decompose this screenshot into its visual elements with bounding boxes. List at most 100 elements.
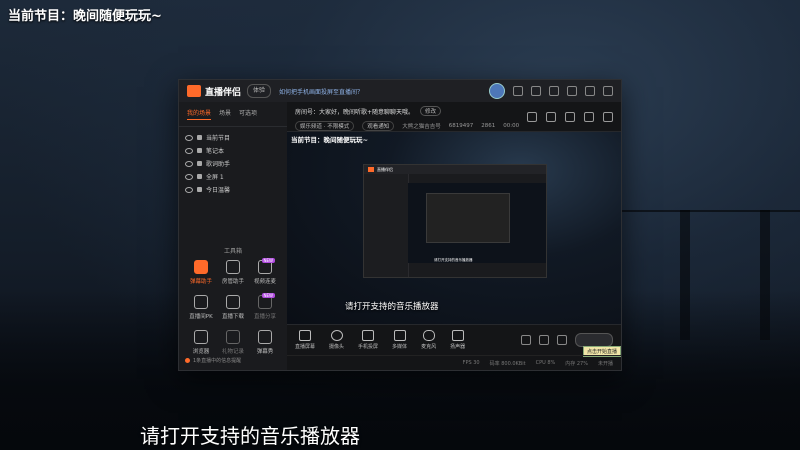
viewer-count: 2861 [481, 123, 496, 129]
mic-icon [422, 330, 435, 341]
camera-flip-icon[interactable] [546, 112, 556, 122]
gift-icon [226, 330, 240, 344]
room-id: 6819497 [448, 123, 474, 129]
new-badge: NEW [261, 258, 275, 263]
status-bar: FPS 30 码率 800.0KBit CPU 8% 内存 27% 未开播 [287, 355, 621, 370]
status-cpu: CPU 8% [535, 360, 556, 366]
version-badge[interactable]: 体验 [247, 84, 272, 98]
control-mic[interactable]: 麦克风 [421, 330, 436, 350]
tool-download[interactable]: 直播下载 [217, 295, 249, 320]
stream-preview[interactable]: 当前节目：晚间随便玩玩~ 直播伴侣 请打开支持的音乐播放器 请打开支持的音乐播放… [287, 132, 621, 324]
room-info-bar: 房间号：大家好，晚间听歌+随意聊聊天哦。 修改 娱乐频道 · 不限模式 观看通知… [287, 102, 621, 132]
bell-icon[interactable] [584, 112, 594, 122]
dashboard-icon[interactable] [603, 112, 613, 122]
toolbox-grid: 弹幕助手 房管助手 NEW 视频连麦 直播间PK 直播下载 NEW 直播分享 浏览器… [185, 258, 281, 355]
avatar[interactable] [489, 83, 505, 99]
menu-icon[interactable] [549, 86, 559, 96]
sidebar: 我的场景 场景 可选项 当前节目 笔记本 歌词助手 全屏 1 今日温馨 工具箱 … [179, 102, 288, 370]
tool-danmaku-show[interactable]: 弹幕秀 [249, 330, 281, 355]
visibility-icon[interactable] [185, 134, 193, 141]
eye-icon[interactable] [539, 335, 549, 345]
maximize-icon[interactable] [585, 86, 595, 96]
video-icon[interactable] [521, 335, 531, 345]
source-list: 当前节目 笔记本 歌词助手 全屏 1 今日温馨 [179, 127, 287, 200]
speaker-icon [451, 330, 464, 341]
alert-dot-icon [185, 358, 190, 363]
visibility-icon[interactable] [185, 160, 193, 167]
nested-title-bar: 直播伴侣 [364, 165, 546, 174]
record-icon[interactable] [527, 112, 537, 122]
source-label: 当前节目 [206, 135, 231, 142]
media-icon [393, 330, 406, 341]
app-logo-icon [187, 85, 201, 97]
pk-icon [194, 295, 208, 309]
tab-my-scenes[interactable]: 我的场景 [187, 108, 212, 120]
browser-icon [194, 330, 208, 344]
lock-icon[interactable] [197, 161, 202, 166]
danmaku-icon [194, 260, 208, 274]
tool-browser[interactable]: 浏览器 [185, 330, 217, 355]
visibility-icon[interactable] [185, 173, 193, 180]
control-phone[interactable]: 手机投屏 [358, 330, 378, 350]
nested-sidebar [364, 174, 409, 277]
user-icon [226, 260, 240, 274]
new-badge: NEW [261, 293, 275, 298]
control-media[interactable]: 多媒体 [392, 330, 407, 350]
source-item[interactable]: 笔记本 [185, 144, 281, 157]
music-player-subtitle: 请打开支持的音乐播放器 [140, 424, 360, 448]
nested-caption: 请打开支持的音乐播放器 [434, 258, 473, 262]
program-title-overlay: 当前节目：晚间随便玩玩~ [8, 9, 162, 24]
tool-gift-record[interactable]: 礼物记录 [217, 330, 249, 355]
phone-icon [362, 330, 375, 341]
visibility-icon[interactable] [185, 186, 193, 193]
control-speaker[interactable]: 扬声器 [450, 330, 465, 350]
title-bar: 直播伴侣 体验 如何把手机画面投屏至直播间？ [179, 80, 621, 102]
source-label: 歌词助手 [206, 161, 231, 168]
camera-icon [330, 330, 343, 341]
status-bitrate: 码率 800.0KBit [489, 360, 526, 367]
status-memory: 内存 27% [565, 360, 588, 367]
tab-scenes[interactable]: 场景 [219, 108, 231, 120]
lock-icon[interactable] [197, 148, 202, 153]
tool-pk[interactable]: 直播间PK [185, 295, 217, 320]
source-label: 今日温馨 [206, 187, 231, 194]
tool-share[interactable]: NEW 直播分享 [249, 293, 281, 320]
start-live-button[interactable] [575, 333, 613, 347]
live-companion-window: 直播伴侣 体验 如何把手机画面投屏至直播间？ 我的场景 场景 可选项 当前节目 … [178, 79, 622, 371]
nested-app-name: 直播伴侣 [377, 166, 393, 172]
notification-footer[interactable]: 1条直播中的信息提醒 [185, 357, 241, 364]
lock-icon[interactable] [197, 135, 202, 140]
tab-options[interactable]: 可选项 [239, 108, 257, 120]
modify-button[interactable]: 修改 [420, 106, 442, 116]
lock-icon[interactable] [197, 187, 202, 192]
grid-icon[interactable] [565, 112, 575, 122]
control-screen[interactable]: 直播屏幕 [295, 330, 315, 350]
watch-notice[interactable]: 观看通知 [362, 121, 395, 131]
nested-logo-icon [368, 167, 374, 172]
scene-tabs: 我的场景 场景 可选项 [179, 102, 287, 127]
skin-icon[interactable] [531, 86, 541, 96]
settings-icon[interactable] [513, 86, 523, 96]
nested-preview [408, 183, 546, 263]
preview-subtitle: 请打开支持的音乐播放器 [345, 302, 439, 312]
tool-video-link[interactable]: NEW 视频连麦 [249, 258, 281, 285]
close-icon[interactable] [603, 86, 613, 96]
screencast-help-link[interactable]: 如何把手机画面投屏至直播间？ [279, 87, 363, 96]
tool-room-manager[interactable]: 房管助手 [217, 260, 249, 285]
control-camera[interactable]: 摄像头 [329, 330, 344, 350]
lock-icon[interactable] [197, 174, 202, 179]
nested-app-window: 直播伴侣 请打开支持的音乐播放器 [363, 164, 547, 278]
minimize-icon[interactable] [567, 86, 577, 96]
source-item[interactable]: 全屏 1 [185, 170, 281, 183]
channel-mode[interactable]: 娱乐频道 · 不限模式 [295, 121, 355, 131]
source-item[interactable]: 今日温馨 [185, 183, 281, 196]
tool-danmaku-assistant[interactable]: 弹幕助手 [185, 260, 217, 285]
source-label: 全屏 1 [206, 174, 224, 181]
host-name: 大熊之猫吉吉号 [402, 124, 441, 130]
source-item[interactable]: 当前节目 [185, 131, 281, 144]
main-panel: 房间号：大家好，晚间听歌+随意聊聊天哦。 修改 娱乐频道 · 不限模式 观看通知… [287, 102, 621, 370]
show-icon [258, 330, 272, 344]
visibility-icon[interactable] [185, 147, 193, 154]
settings-gear-icon[interactable] [557, 335, 567, 345]
source-item[interactable]: 歌词助手 [185, 157, 281, 170]
